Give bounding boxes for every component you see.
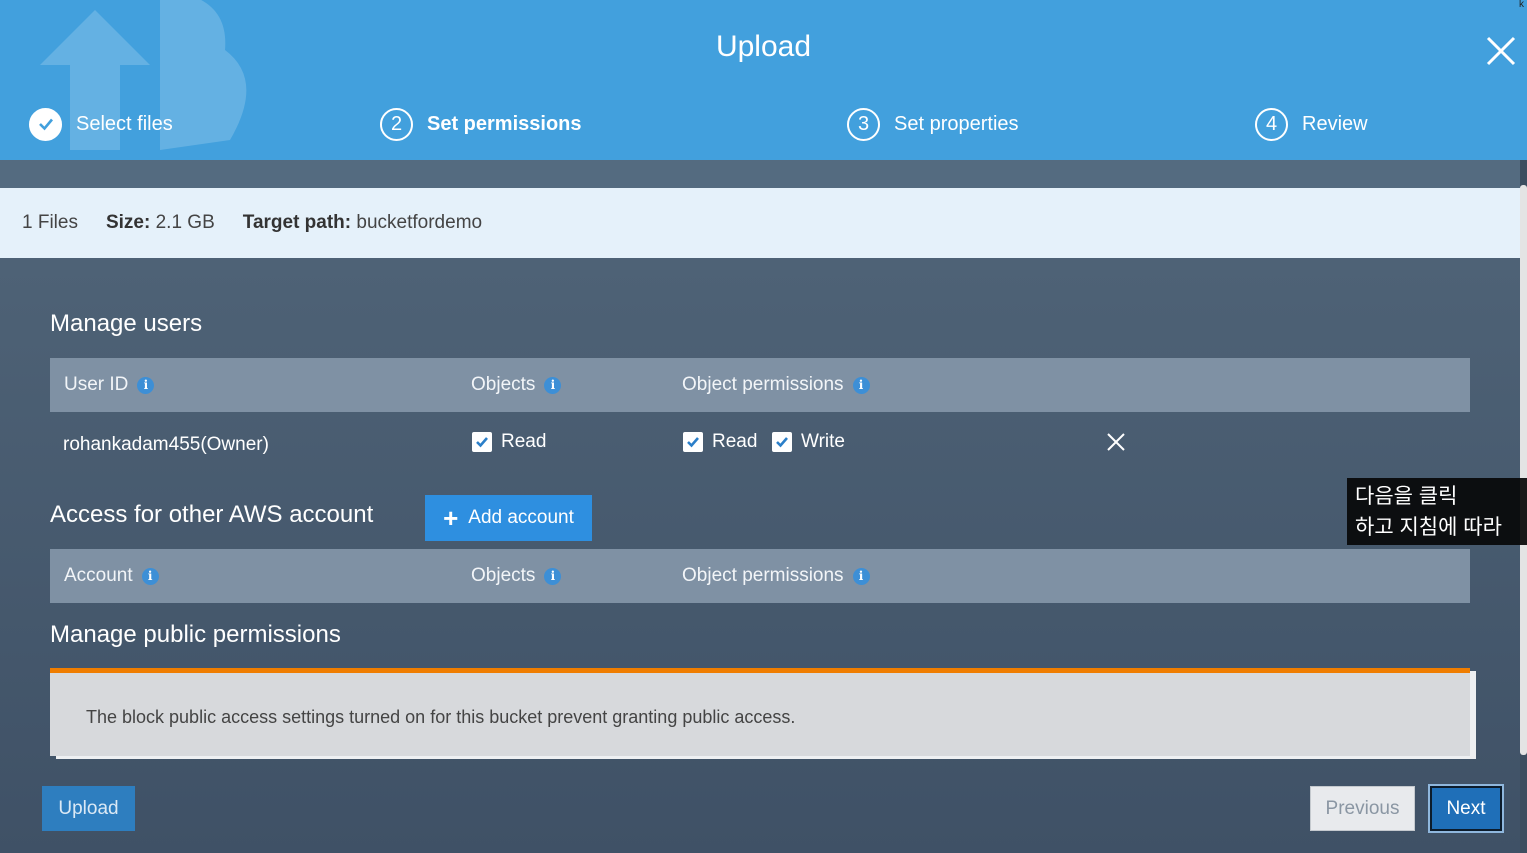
step-select-files[interactable]: Select files <box>29 104 173 144</box>
target-path: Target path: bucketfordemo <box>242 212 483 233</box>
col-account: Account i <box>64 549 159 603</box>
modal-header: Upload Select files 2 Set permissions 3 … <box>0 0 1527 160</box>
step-label: Select files <box>76 112 173 135</box>
perm-write-checkbox[interactable]: Write <box>772 429 845 455</box>
step-label: Review <box>1302 112 1368 135</box>
info-icon[interactable]: i <box>852 376 870 394</box>
step-label: Set permissions <box>427 112 582 135</box>
step-number: 3 <box>847 107 880 141</box>
subtitle-line: 하고 지침에 따라 <box>1355 516 1502 539</box>
panel-spacer <box>0 160 1520 188</box>
previous-button[interactable]: Previous <box>1310 786 1415 831</box>
col-user-id: User ID i <box>64 358 155 412</box>
step-set-properties[interactable]: 3 Set properties <box>847 104 1019 144</box>
corner-text: k <box>1519 0 1524 10</box>
other-accounts-heading: Access for other AWS account <box>50 501 374 528</box>
checkbox-checked-icon[interactable] <box>683 432 703 452</box>
file-size: Size: 2.1 GB <box>105 212 215 233</box>
step-label: Set properties <box>894 112 1019 135</box>
step-number: 2 <box>380 107 413 141</box>
users-table-header: User ID i Objects i Object permissions i <box>50 358 1470 412</box>
remove-user-icon[interactable] <box>1106 432 1126 452</box>
accounts-table-header: Account i Objects i Object permissions i <box>50 549 1470 603</box>
next-button[interactable]: Next <box>1430 786 1502 831</box>
checkbox-checked-icon[interactable] <box>472 432 492 452</box>
col-objects: Objects i <box>471 358 562 412</box>
col-object-permissions: Object permissions i <box>682 549 870 603</box>
video-subtitle: 다음을 클릭 하고 지침에 따라 <box>1347 478 1527 545</box>
perm-read-checkbox[interactable]: Read <box>683 429 757 455</box>
objects-read-checkbox[interactable]: Read <box>472 429 546 455</box>
step-number: 4 <box>1255 107 1288 141</box>
col-objects: Objects i <box>471 549 562 603</box>
public-permissions-heading: Manage public permissions <box>50 621 341 648</box>
col-object-permissions: Object permissions i <box>682 358 870 412</box>
public-access-warning: The block public access settings turned … <box>50 668 1470 756</box>
file-count: 1 Files <box>22 212 78 233</box>
step-set-permissions[interactable]: 2 Set permissions <box>380 104 582 144</box>
checkbox-checked-icon[interactable] <box>772 432 792 452</box>
checkbox-label: Read <box>501 431 547 452</box>
upload-summary-bar: 1 Files Size: 2.1 GB Target path: bucket… <box>0 188 1520 258</box>
close-icon[interactable] <box>1484 34 1518 68</box>
modal-title: Upload <box>715 30 812 63</box>
info-icon[interactable]: i <box>141 567 159 585</box>
step-review[interactable]: 4 Review <box>1255 104 1368 144</box>
checkbox-label: Write <box>801 431 845 452</box>
add-account-button[interactable]: + Add account <box>425 495 592 541</box>
scrollbar-thumb[interactable] <box>1520 185 1527 755</box>
checkbox-label: Read <box>712 431 758 452</box>
info-icon[interactable]: i <box>544 567 562 585</box>
upload-button[interactable]: Upload <box>42 786 135 831</box>
info-icon[interactable]: i <box>137 376 155 394</box>
info-icon[interactable]: i <box>852 567 870 585</box>
plus-icon: + <box>443 503 459 533</box>
info-icon[interactable]: i <box>544 376 562 394</box>
manage-users-heading: Manage users <box>50 310 203 337</box>
subtitle-line: 다음을 클릭 <box>1355 485 1458 508</box>
warning-text: The block public access settings turned … <box>86 707 796 727</box>
check-icon <box>29 107 62 141</box>
user-id-cell: rohankadam455(Owner) <box>63 434 269 455</box>
